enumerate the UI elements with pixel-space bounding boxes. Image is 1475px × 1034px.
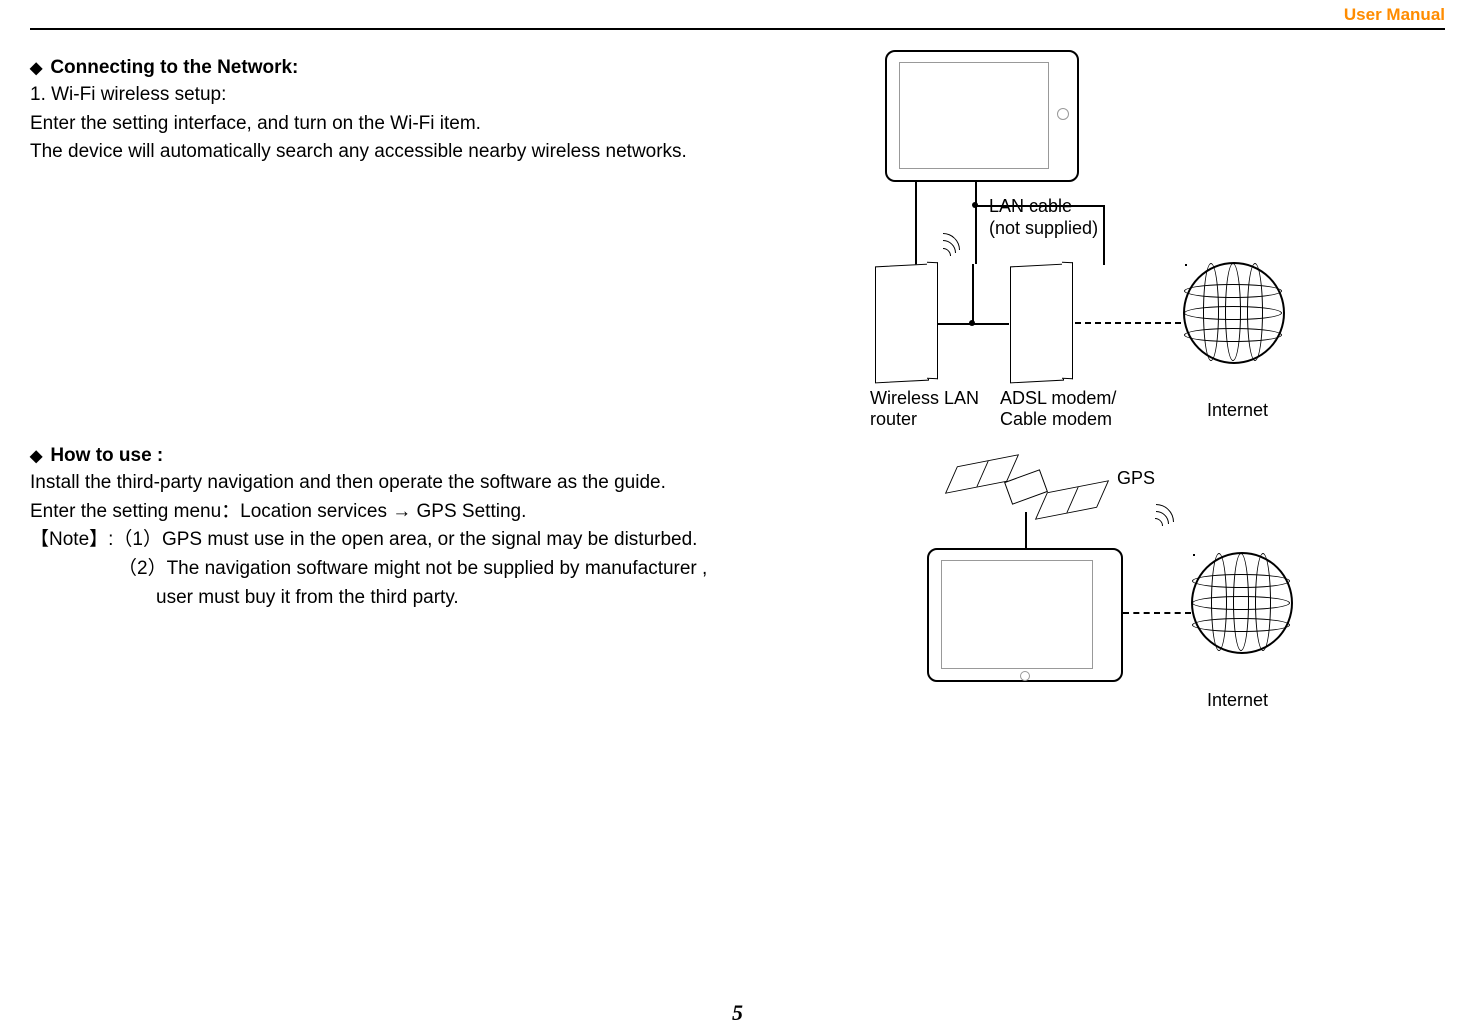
dashed-connector	[1123, 612, 1191, 614]
dashed-connector	[1075, 322, 1181, 324]
wifi-arc-icon	[1131, 497, 1182, 548]
globe-icon	[1183, 262, 1285, 364]
wireless-lan-label: Wireless LAN	[870, 388, 979, 409]
globe-icon	[1191, 552, 1293, 654]
section-1-line-1: 1. Wi-Fi wireless setup:	[30, 83, 850, 108]
diamond-bullet-icon: ◆	[30, 58, 42, 78]
section-1-title: Connecting to the Network:	[50, 57, 298, 79]
connector-line	[1103, 205, 1105, 265]
diamond-bullet-icon: ◆	[30, 446, 42, 466]
tablet-camera	[1057, 108, 1069, 120]
router-side	[927, 262, 938, 380]
tablet-device-icon	[927, 548, 1123, 682]
cable-modem-label: Cable modem	[1000, 409, 1112, 430]
section-2-line-1: Install the third-party navigation and t…	[30, 471, 850, 496]
section-2-heading: ◆ How to use :	[30, 445, 850, 467]
connector-line	[915, 182, 917, 265]
adsl-label: ADSL modem/	[1000, 388, 1116, 409]
network-diagram: LAN cable (not supplied) Wireless LAN ro…	[875, 50, 1315, 770]
tablet-screen	[899, 62, 1049, 169]
modem-side	[1062, 262, 1073, 380]
connector-line	[1025, 512, 1027, 552]
tablet-screen	[941, 560, 1093, 669]
tablet-device-icon	[885, 50, 1079, 182]
header-divider	[30, 28, 1445, 30]
connector-line	[975, 182, 977, 264]
internet-label-2: Internet	[1207, 690, 1268, 711]
modem-icon	[1010, 264, 1064, 384]
tablet-home-button	[1020, 671, 1030, 681]
section-1-line-3: The device will automatically search any…	[30, 140, 850, 165]
section-1-line-2: Enter the setting interface, and turn on…	[30, 112, 850, 137]
section-2-line-3: 【Note】:（1）GPS must use in the open area,…	[30, 528, 850, 553]
section-2-line-5: user must buy it from the third party.	[30, 586, 850, 611]
router-label: router	[870, 409, 917, 430]
header-title: User Manual	[1344, 5, 1445, 25]
router-icon	[875, 264, 929, 384]
lan-cable-label: LAN cable	[989, 196, 1072, 217]
gps-label: GPS	[1117, 468, 1155, 489]
not-supplied-label: (not supplied)	[989, 218, 1098, 239]
connector-line	[972, 264, 974, 322]
section-1-heading: ◆ Connecting to the Network:	[30, 57, 850, 79]
satellite-icon	[945, 450, 1105, 520]
section-2-title: How to use :	[50, 445, 163, 467]
internet-label-1: Internet	[1207, 400, 1268, 421]
section-2-line-2: Enter the setting menu：Location services…	[30, 500, 850, 525]
main-content: ◆ Connecting to the Network: 1. Wi-Fi wi…	[30, 55, 850, 615]
section-2-line-4: （2）The navigation software might not be …	[30, 557, 850, 582]
page-number: 5	[732, 1000, 743, 1026]
